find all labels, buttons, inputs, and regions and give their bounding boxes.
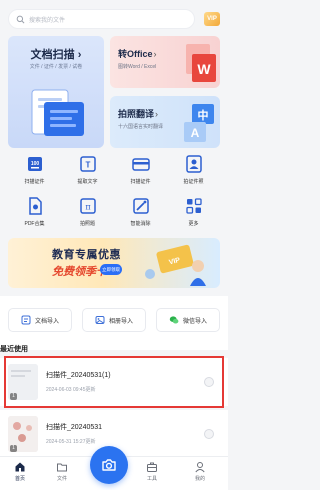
album-import-icon	[95, 316, 105, 324]
tool-more[interactable]: 更多	[167, 196, 220, 234]
text-extract-icon: T	[79, 156, 96, 172]
tool-pdf[interactable]: PDF合集	[8, 196, 61, 234]
search-icon	[16, 15, 25, 23]
nav-home-label: 首页	[14, 476, 25, 482]
id-photo-icon	[185, 155, 202, 173]
search-row: 搜索我的文件 VIP	[8, 8, 220, 30]
tool-formula[interactable]: π 拍照题	[61, 196, 114, 234]
svg-text:W: W	[197, 61, 211, 77]
wechat-import-button[interactable]: 微信导入	[156, 308, 220, 332]
select-checkbox[interactable]	[204, 377, 214, 387]
photo-translate-subtitle: 十六国语言实时翻译	[118, 124, 164, 130]
tool-label: 更多	[188, 221, 199, 227]
more-grid-icon	[185, 198, 202, 214]
folder-icon	[57, 463, 67, 472]
nav-mine-label: 我的	[194, 476, 205, 482]
camera-icon	[102, 459, 116, 471]
pdf-icon	[28, 197, 42, 215]
to-office-subtitle: 图转Word / Excel	[118, 64, 157, 70]
svg-text:π: π	[85, 203, 90, 212]
camera-scan-button[interactable]	[90, 446, 128, 484]
search-placeholder: 搜索我的文件	[29, 17, 66, 24]
wechat-import-label: 微信导入	[182, 318, 207, 325]
svg-text:中: 中	[198, 108, 209, 122]
svg-text:A: A	[191, 126, 200, 140]
page-count-badge: 1	[10, 445, 17, 452]
album-import-button[interactable]: 相册导入	[82, 308, 146, 332]
tool-magic-erase[interactable]: 智能消除	[114, 196, 167, 234]
svg-text:100: 100	[30, 161, 39, 167]
tool-label: 拍照题	[79, 221, 95, 227]
search-input[interactable]: 搜索我的文件	[8, 9, 195, 29]
vip-badge[interactable]: VIP	[204, 12, 220, 26]
user-icon	[195, 462, 205, 473]
doc-scan-card[interactable]: 文档扫描 › 文件 / 证件 / 发票 / 试卷	[8, 36, 104, 148]
select-checkbox[interactable]	[204, 429, 214, 439]
tool-label: 扫描证件	[130, 179, 151, 185]
promo-banner[interactable]: 教育专属优惠 免费领季卡 立即领取 VIP	[8, 238, 220, 288]
card-scan-icon	[131, 158, 150, 171]
file-name: 扫描件_20240531(1)	[46, 372, 111, 379]
tool-label: 智能消除	[130, 221, 151, 227]
tool-label: 拍证件照	[183, 179, 204, 185]
tool-id-scan[interactable]: 100 扫描证件	[8, 154, 61, 192]
recent-file-item[interactable]: 1 扫描件_20240531(1) 2024-06-03 09:45更新	[0, 358, 228, 406]
vip-card-illustration: VIP	[145, 244, 206, 286]
id-scan-icon: 100	[27, 157, 42, 171]
tool-label: 扫描证件	[24, 179, 45, 185]
tool-text-extract[interactable]: T 提取文字	[61, 154, 114, 192]
file-updated-time: 2024-06-03 09:45更新	[46, 387, 96, 393]
doc-import-label: 文档导入	[34, 318, 59, 325]
photo-translate-card[interactable]: 拍照翻译› 十六国语言实时翻译 中 A	[110, 96, 220, 148]
scan-document-illustration	[31, 89, 84, 136]
to-office-card[interactable]: 转Office› 图转Word / Excel W	[110, 36, 220, 88]
photo-translate-title: 拍照翻译›	[118, 109, 159, 119]
nav-mine[interactable]: 我的	[182, 461, 218, 482]
to-office-title: 转Office›	[118, 49, 157, 59]
doc-scan-subtitle: 文件 / 证件 / 发票 / 试卷	[29, 64, 83, 70]
nav-tools[interactable]: 工具	[134, 461, 170, 482]
file-updated-time: 2024-05-31 15:27更新	[46, 439, 96, 445]
nav-files[interactable]: 文件	[44, 461, 80, 482]
promo-line2: 免费领季卡	[52, 266, 107, 278]
page-count-badge: 1	[10, 393, 17, 400]
office-word-icon: W	[186, 44, 216, 82]
nav-tools-label: 工具	[146, 476, 157, 482]
translate-icon: 中 A	[184, 104, 214, 142]
toolbox-icon	[147, 462, 157, 472]
nav-files-label: 文件	[56, 476, 67, 482]
svg-text:T: T	[85, 161, 90, 170]
doc-import-icon	[21, 315, 31, 325]
formula-icon: π	[79, 198, 96, 214]
album-import-label: 相册导入	[108, 318, 133, 325]
tool-id-photo[interactable]: 拍证件照	[167, 154, 220, 192]
tool-label: 提取文字	[77, 179, 98, 185]
magic-erase-icon	[132, 198, 149, 214]
doc-scan-title: 文档扫描 ›	[30, 49, 82, 61]
file-name: 扫描件_20240531	[46, 424, 103, 431]
promo-line1: 教育专属优惠	[52, 249, 121, 261]
import-bar: 文档导入 相册导入 微信导入	[0, 296, 228, 350]
tool-label: PDF合集	[24, 221, 45, 227]
tool-card-scan[interactable]: 扫描证件	[114, 154, 167, 192]
promo-claim-button[interactable]: 立即领取	[100, 264, 122, 275]
recent-section-title: 最近使用	[0, 346, 28, 353]
nav-home[interactable]: 首页	[2, 461, 38, 482]
doc-import-button[interactable]: 文档导入	[8, 308, 72, 332]
home-icon	[15, 462, 25, 472]
wechat-import-icon	[169, 316, 179, 324]
